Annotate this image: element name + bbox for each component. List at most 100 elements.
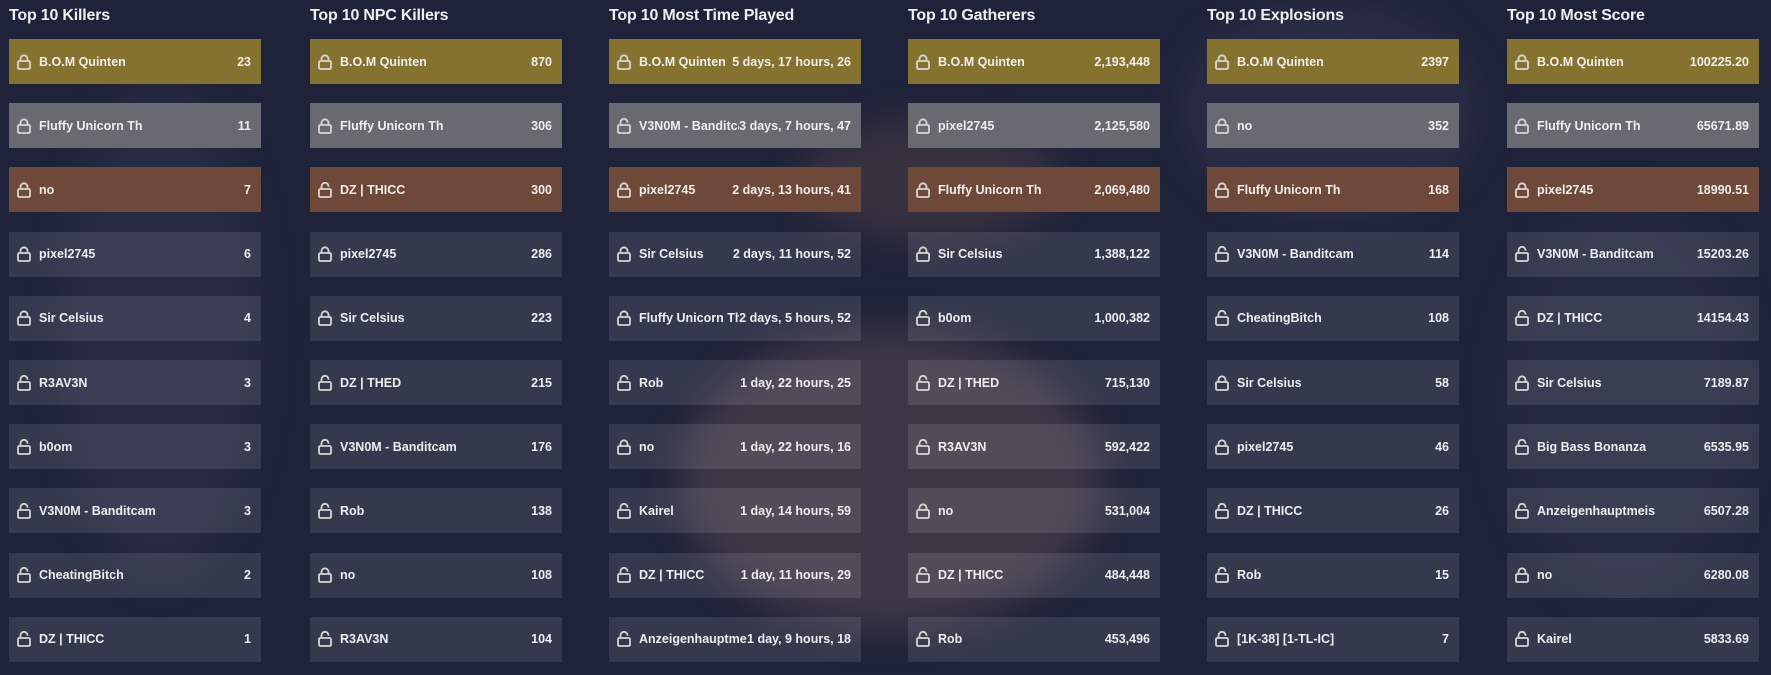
leaderboard-row[interactable]: Anzeigenhauptmeis 1 day, 9 hours, 18 (609, 616, 861, 662)
leaderboard-row[interactable]: DZ | THICC 484,448 (908, 552, 1160, 598)
leaderboard-row[interactable]: R3AV3N 3 (9, 360, 261, 405)
leaderboard-row[interactable]: pixel2745 18990.51 (1507, 167, 1759, 213)
leaderboard-row[interactable]: V3N0M - Banditcam 3 (9, 488, 261, 534)
leaderboard-row[interactable]: b0om 1,000,382 (908, 295, 1160, 341)
stat-value: 168 (1428, 182, 1449, 197)
leaderboard-row[interactable]: DZ | THED 715,130 (908, 360, 1160, 405)
leaderboard-row[interactable]: Sir Celsius 2 days, 11 hours, 52 (609, 231, 861, 277)
stat-value: 7 (244, 182, 251, 197)
stat-value: 11 (237, 118, 251, 133)
stat-value: 484,448 (1104, 568, 1150, 583)
unlock-icon (916, 438, 930, 455)
leaderboard-row[interactable]: no 1 day, 22 hours, 16 (609, 424, 861, 470)
leaderboard-row[interactable]: no 6280.08 (1507, 552, 1759, 598)
leaderboard-row[interactable]: Sir Celsius 223 (310, 295, 562, 341)
leaderboard-row[interactable]: B.O.M Quinten 5 days, 17 hours, 26 (609, 39, 861, 84)
leaderboard-row[interactable]: DZ | THICC 26 (1207, 488, 1459, 534)
leaderboard-row[interactable]: B.O.M Quinten 2,193,448 (908, 39, 1160, 84)
player-name: Sir Celsius (1537, 375, 1602, 390)
leaderboard-row[interactable]: DZ | THICC 14154.43 (1507, 295, 1759, 341)
lock-icon (318, 567, 332, 583)
unlock-icon (17, 567, 31, 583)
leaderboard-row[interactable]: Fluffy Unicorn Th 306 (310, 103, 562, 149)
leaderboard-row[interactable]: Sir Celsius 1,388,122 (908, 231, 1160, 277)
leaderboard-row[interactable]: B.O.M Quinten 100225.20 (1507, 39, 1759, 84)
unlock-icon (17, 502, 31, 519)
leaderboards: Top 10 Killers B.O.M Quinten 23 Fluffy Uni… (0, 0, 1771, 675)
leaderboard-row[interactable]: Fluffy Unicorn Th 11 (9, 103, 261, 149)
leaderboard-row[interactable]: no 531,004 (908, 488, 1160, 534)
leaderboard-row[interactable]: no 108 (310, 552, 562, 598)
leaderboard-row[interactable]: R3AV3N 104 (310, 616, 562, 662)
player-name: DZ | THICC (639, 568, 705, 583)
player-name: Sir Celsius (340, 311, 405, 326)
player-name: Fluffy Unicorn Th (340, 118, 444, 133)
player-name: Kairel (639, 503, 674, 518)
leaderboard-row[interactable]: Fluffy Unicorn Th 2,069,480 (908, 167, 1160, 213)
leaderboard-row[interactable]: Fluffy Unicorn Th 2 days, 5 hours, 52 (609, 295, 861, 341)
leaderboard-row[interactable]: Sir Celsius 4 (9, 295, 261, 341)
leaderboard-row[interactable]: V3N0M - Banditcam 114 (1207, 231, 1459, 277)
player-name: B.O.M Quinten (938, 54, 1025, 69)
leaderboard-row[interactable]: [1K-38] [1-TL-IC] 7 (1207, 616, 1459, 662)
leaderboard-row[interactable]: Fluffy Unicorn Th 65671.89 (1507, 103, 1759, 149)
leaderboard-row[interactable]: R3AV3N 592,422 (908, 424, 1160, 470)
unlock-icon (1515, 246, 1529, 262)
leaderboard-row[interactable]: DZ | THICC 1 (9, 616, 261, 662)
leaderboard-row[interactable]: Kairel 5833.69 (1507, 616, 1759, 662)
board-title: Top 10 Killers (9, 7, 110, 24)
leaderboard-row[interactable]: b0om 3 (9, 424, 261, 470)
leaderboard-row[interactable]: V3N0M - Banditcam 176 (310, 424, 562, 470)
player-name: R3AV3N (340, 632, 389, 647)
leaderboard-row[interactable]: no 7 (9, 167, 261, 213)
leaderboard-row[interactable]: pixel2745 46 (1207, 424, 1459, 470)
leaderboard-row[interactable]: pixel2745 286 (310, 231, 562, 277)
leaderboard-row[interactable]: pixel2745 6 (9, 231, 261, 277)
player-name: V3N0M - Banditcam (340, 439, 457, 454)
leaderboard-row[interactable]: Rob 15 (1207, 552, 1459, 598)
leaderboard-row[interactable]: Rob 138 (310, 488, 562, 534)
player-name: B.O.M Quinten (1537, 54, 1624, 69)
leaderboard-row[interactable]: Fluffy Unicorn Th 168 (1207, 167, 1459, 213)
leaderboard-row[interactable]: no 352 (1207, 103, 1459, 149)
leaderboard-row[interactable]: B.O.M Quinten 23 (9, 39, 261, 84)
player-name: pixel2745 (639, 182, 696, 197)
player-name: [1K-38] [1-TL-IC] (1237, 632, 1335, 647)
stat-value: 2 days, 13 hours, 41 (732, 182, 851, 197)
stat-value: 1 day, 22 hours, 16 (740, 439, 851, 454)
leaderboard-row[interactable]: Rob 1 day, 22 hours, 25 (609, 360, 861, 405)
stat-value: 108 (531, 568, 552, 583)
leaderboard-row[interactable]: DZ | THED 215 (310, 360, 562, 405)
leaderboard-row[interactable]: Sir Celsius 58 (1207, 360, 1459, 405)
stat-value: 286 (531, 247, 552, 262)
leaderboard-row[interactable]: CheatingBitch 2 (9, 552, 261, 598)
player-name: Big Bass Bonanza (1537, 439, 1647, 454)
leaderboard-row[interactable]: DZ | THICC 300 (310, 167, 562, 213)
leaderboard-row[interactable]: Sir Celsius 7189.87 (1507, 360, 1759, 405)
player-name: Sir Celsius (39, 311, 104, 326)
unlock-icon (916, 567, 930, 583)
player-name: no (639, 439, 655, 454)
leaderboard-row[interactable]: B.O.M Quinten 870 (310, 39, 562, 84)
leaderboard-row[interactable]: CheatingBitch 108 (1207, 295, 1459, 341)
leaderboard-row[interactable]: Rob 453,496 (908, 616, 1160, 662)
stat-value: 23 (237, 54, 251, 69)
leaderboard-row[interactable]: DZ | THICC 1 day, 11 hours, 29 (609, 552, 861, 598)
stat-value: 7189.87 (1703, 375, 1749, 390)
lock-icon (318, 310, 332, 327)
player-name: CheatingBitch (1237, 311, 1322, 326)
stat-value: 7 (1442, 632, 1449, 647)
leaderboard-row[interactable]: V3N0M - Banditcam3 days, 7 hours, 47 (609, 103, 861, 149)
leaderboard-row[interactable]: Anzeigenhauptmeis 6507.28 (1507, 488, 1759, 534)
leaderboard-row[interactable]: pixel2745 2,125,580 (908, 103, 1160, 149)
stat-value: 2397 (1421, 54, 1449, 69)
stat-value: 14154.43 (1696, 311, 1749, 326)
stat-value: 1 day, 9 hours, 18 (747, 632, 851, 647)
leaderboard-row[interactable]: pixel2745 2 days, 13 hours, 41 (609, 167, 861, 213)
leaderboard-row[interactable]: Kairel 1 day, 14 hours, 59 (609, 488, 861, 534)
leaderboard-row[interactable]: V3N0M - Banditcam 15203.26 (1507, 231, 1759, 277)
stat-value: 2,193,448 (1094, 54, 1150, 69)
leaderboard-row[interactable]: B.O.M Quinten 2397 (1207, 39, 1459, 84)
player-name: V3N0M - Banditcam (39, 503, 156, 518)
leaderboard-row[interactable]: Big Bass Bonanza 6535.95 (1507, 424, 1759, 470)
